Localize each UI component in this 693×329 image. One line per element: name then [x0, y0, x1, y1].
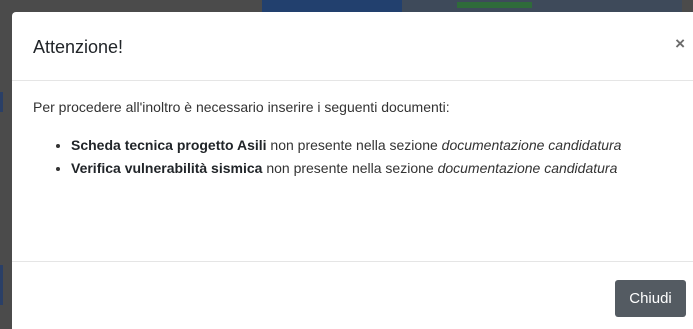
background-element: [0, 92, 3, 112]
modal-intro-text: Per procedere all'inoltro è necessario i…: [33, 99, 450, 115]
close-button[interactable]: Chiudi: [615, 280, 686, 317]
modal-header: Attenzione! ×: [12, 12, 693, 81]
document-status: non presente nella sezione: [266, 137, 442, 153]
close-icon[interactable]: ×: [675, 34, 685, 54]
alert-modal: Attenzione! × Per procedere all'inoltro …: [12, 12, 693, 329]
list-item: Scheda tecnica progetto Asili non presen…: [71, 135, 661, 156]
modal-title: Attenzione!: [33, 37, 124, 57]
list-item: Verifica vulnerabilità sismica non prese…: [71, 158, 661, 179]
document-name: Scheda tecnica progetto Asili: [71, 137, 267, 153]
document-section: documentazione candidatura: [441, 137, 622, 153]
document-name: Verifica vulnerabilità sismica: [71, 160, 263, 176]
background-element: [0, 265, 3, 305]
missing-documents-list: Scheda tecnica progetto Asili non presen…: [55, 135, 661, 181]
modal-footer: Chiudi: [12, 262, 693, 329]
document-status: non presente nella sezione: [262, 160, 438, 176]
background-logo-left: [262, 0, 402, 12]
background-header-logo: [262, 0, 682, 12]
modal-body: Per procedere all'inoltro è necessario i…: [12, 81, 693, 262]
background-logo-right: [457, 2, 532, 8]
document-section: documentazione candidatura: [437, 160, 618, 176]
